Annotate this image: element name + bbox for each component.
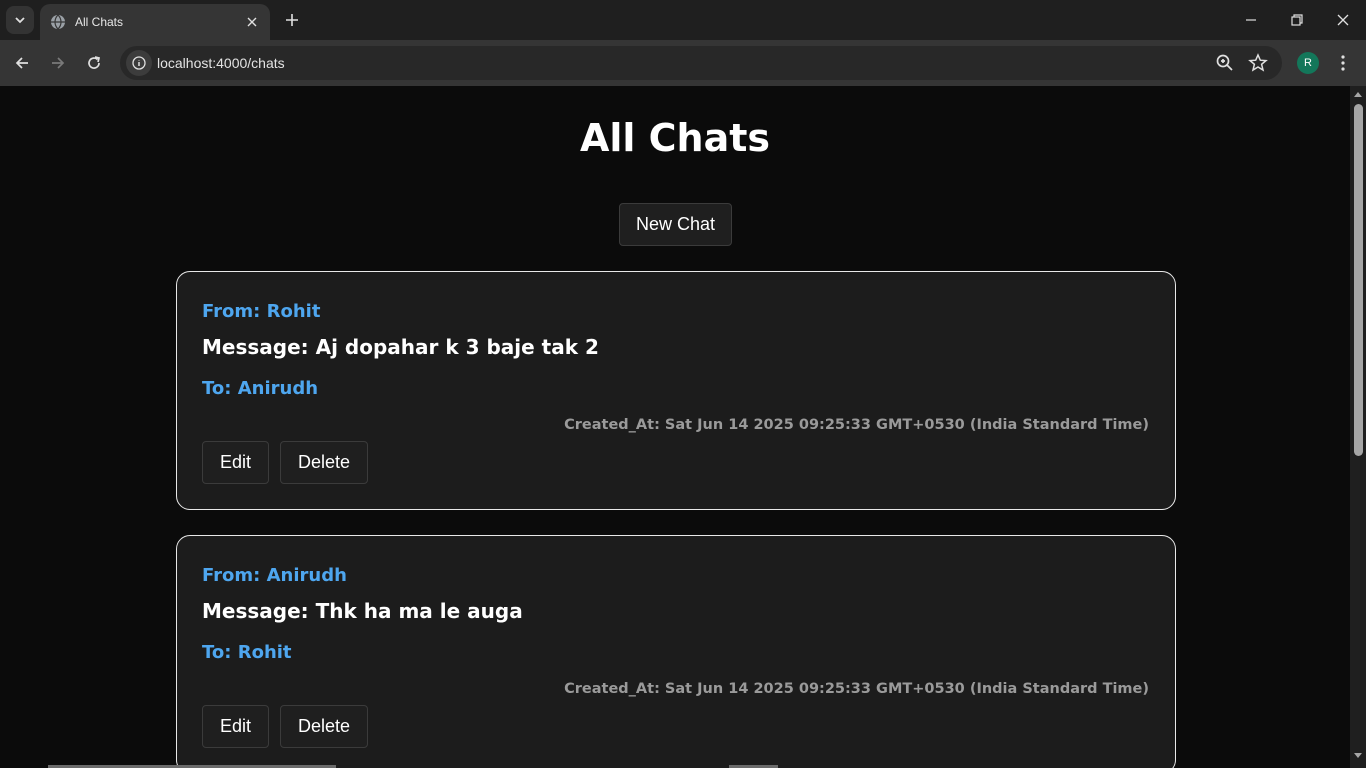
chat-to: To: Anirudh [202,378,319,399]
profile-avatar[interactable]: R [1297,52,1319,74]
arrow-right-icon [52,57,65,69]
chat-message: Message: Thk ha ma le auga [202,599,523,623]
scroll-up-arrow-icon[interactable] [1353,90,1363,98]
new-chat-button[interactable]: New Chat [619,203,732,246]
info-icon [132,56,146,70]
close-window-button[interactable] [1320,0,1366,40]
site-info-button[interactable] [126,50,152,76]
edit-button[interactable]: Edit [202,441,269,484]
chat-to: To: Rohit [202,642,292,663]
minimize-button[interactable] [1228,0,1274,40]
star-icon[interactable] [1248,53,1268,73]
chat-card: From: Rohit Message: Aj dopahar k 3 baje… [176,271,1176,510]
kebab-icon [1341,55,1345,71]
url-text[interactable]: localhost:4000/chats [157,55,285,71]
delete-button[interactable]: Delete [280,705,368,748]
tab-all-chats[interactable]: All Chats [40,4,270,40]
chat-card: From: Anirudh Message: Thk ha ma le auga… [176,535,1176,768]
delete-button[interactable]: Delete [280,441,368,484]
arrow-left-icon [15,57,28,69]
browser-toolbar: localhost:4000/chats R [0,40,1366,86]
chat-from: From: Anirudh [202,565,347,586]
restore-icon [1291,14,1303,26]
reload-button[interactable] [79,48,109,78]
close-icon [1337,14,1349,26]
browser-menu-button[interactable] [1333,51,1353,75]
restore-button[interactable] [1274,0,1320,40]
address-bar[interactable]: localhost:4000/chats [120,46,1282,80]
edit-button[interactable]: Edit [202,705,269,748]
chevron-down-icon [15,17,25,24]
reload-icon [88,56,101,69]
plus-icon [286,14,298,26]
page-title: All Chats [579,116,771,160]
minimize-icon [1246,19,1256,21]
chat-from: From: Rohit [202,301,321,322]
tab-title: All Chats [75,15,124,29]
new-tab-button[interactable] [282,10,302,30]
close-icon [247,17,257,27]
chat-message: Message: Aj dopahar k 3 baje tak 2 [202,335,599,359]
tab-strip: All Chats [0,0,1366,40]
back-button[interactable] [7,48,37,78]
tab-close-button[interactable] [244,14,260,30]
vertical-scrollbar[interactable] [1350,86,1366,768]
globe-icon [51,14,65,30]
scrollbar-thumb[interactable] [1354,104,1363,456]
page-viewport: All Chats New Chat From: Rohit Message: … [0,86,1350,768]
chat-created-at: Created_At: Sat Jun 14 2025 09:25:33 GMT… [564,681,1149,697]
chat-created-at: Created_At: Sat Jun 14 2025 09:25:33 GMT… [564,417,1149,433]
forward-button[interactable] [43,48,73,78]
zoom-icon[interactable] [1215,53,1235,73]
tab-search-button[interactable] [6,6,34,34]
scroll-down-arrow-icon[interactable] [1353,752,1363,760]
